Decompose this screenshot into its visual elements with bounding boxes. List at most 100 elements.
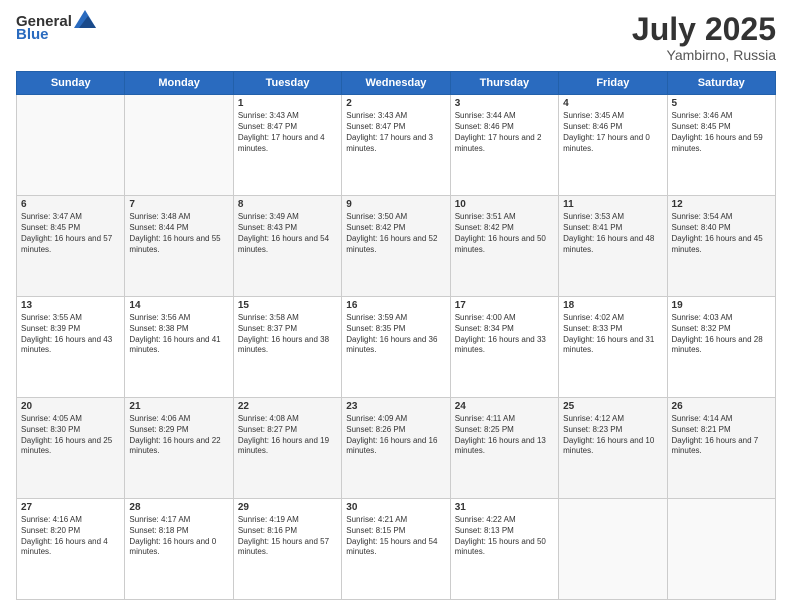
calendar-cell: 11 Sunrise: 3:53 AM Sunset: 8:41 PM Dayli… — [559, 196, 667, 297]
logo-blue: Blue — [16, 26, 49, 43]
day-number: 1 — [238, 98, 337, 109]
cell-info: Sunrise: 4:12 AM Sunset: 8:23 PM Dayligh… — [563, 414, 662, 457]
calendar-cell: 21 Sunrise: 4:06 AM Sunset: 8:29 PM Dayli… — [125, 398, 233, 499]
calendar-cell: 18 Sunrise: 4:02 AM Sunset: 8:33 PM Dayli… — [559, 297, 667, 398]
day-number: 3 — [455, 98, 554, 109]
cell-info: Sunrise: 3:55 AM Sunset: 8:39 PM Dayligh… — [21, 313, 120, 356]
page: General Blue July 2025 Yambirno, Russia … — [0, 0, 792, 612]
day-number: 16 — [346, 300, 445, 311]
calendar-cell: 19Sunrise: 4:03 AM Sunset: 8:32 PM Dayli… — [667, 297, 775, 398]
day-number: 17 — [455, 300, 554, 311]
cell-info: Sunrise: 3:51 AM Sunset: 8:42 PM Dayligh… — [455, 212, 554, 255]
logo: General Blue — [16, 12, 96, 43]
calendar-cell — [17, 95, 125, 196]
weekday-header-row: SundayMondayTuesdayWednesdayThursdayFrid… — [17, 72, 776, 95]
week-row-1: 1 Sunrise: 3:43 AM Sunset: 8:47 PM Daylig… — [17, 95, 776, 196]
calendar-cell: 12Sunrise: 3:54 AM Sunset: 8:40 PM Dayli… — [667, 196, 775, 297]
cell-info: Sunrise: 3:58 AM Sunset: 8:37 PM Dayligh… — [238, 313, 337, 356]
day-number: 20 — [21, 401, 120, 412]
day-number: 11 — [563, 199, 662, 210]
day-number: 6 — [21, 199, 120, 210]
calendar-cell: 16 Sunrise: 3:59 AM Sunset: 8:35 PM Dayli… — [342, 297, 450, 398]
day-number: 5 — [672, 98, 771, 109]
day-number: 28 — [129, 502, 228, 513]
day-number: 15 — [238, 300, 337, 311]
calendar-cell — [559, 499, 667, 600]
cell-info: Sunrise: 3:48 AM Sunset: 8:44 PM Dayligh… — [129, 212, 228, 255]
weekday-header-sunday: Sunday — [17, 72, 125, 95]
calendar-cell: 25 Sunrise: 4:12 AM Sunset: 8:23 PM Dayli… — [559, 398, 667, 499]
calendar-cell: 29Sunrise: 4:19 AM Sunset: 8:16 PM Dayli… — [233, 499, 341, 600]
cell-info: Sunrise: 3:43 AM Sunset: 8:47 PM Dayligh… — [346, 111, 445, 154]
day-number: 9 — [346, 199, 445, 210]
cell-info: Sunrise: 4:19 AM Sunset: 8:16 PM Dayligh… — [238, 515, 337, 558]
location: Yambirno, Russia — [632, 47, 776, 63]
day-number: 12 — [672, 199, 771, 210]
cell-info: Sunrise: 3:59 AM Sunset: 8:35 PM Dayligh… — [346, 313, 445, 356]
calendar-cell: 27 Sunrise: 4:16 AM Sunset: 8:20 PM Dayli… — [17, 499, 125, 600]
logo-icon — [74, 10, 96, 30]
cell-info: Sunrise: 4:03 AM Sunset: 8:32 PM Dayligh… — [672, 313, 771, 356]
cell-info: Sunrise: 4:09 AM Sunset: 8:26 PM Dayligh… — [346, 414, 445, 457]
day-number: 25 — [563, 401, 662, 412]
day-number: 13 — [21, 300, 120, 311]
calendar-cell: 8Sunrise: 3:49 AM Sunset: 8:43 PM Daylig… — [233, 196, 341, 297]
cell-info: Sunrise: 3:56 AM Sunset: 8:38 PM Dayligh… — [129, 313, 228, 356]
cell-info: Sunrise: 4:16 AM Sunset: 8:20 PM Dayligh… — [21, 515, 120, 558]
calendar-cell: 10 Sunrise: 3:51 AM Sunset: 8:42 PM Dayli… — [450, 196, 558, 297]
cell-info: Sunrise: 4:05 AM Sunset: 8:30 PM Dayligh… — [21, 414, 120, 457]
week-row-2: 6 Sunrise: 3:47 AM Sunset: 8:45 PM Daylig… — [17, 196, 776, 297]
day-number: 21 — [129, 401, 228, 412]
calendar-cell: 23 Sunrise: 4:09 AM Sunset: 8:26 PM Dayli… — [342, 398, 450, 499]
calendar-cell: 7 Sunrise: 3:48 AM Sunset: 8:44 PM Daylig… — [125, 196, 233, 297]
calendar-cell: 20 Sunrise: 4:05 AM Sunset: 8:30 PM Dayli… — [17, 398, 125, 499]
day-number: 24 — [455, 401, 554, 412]
calendar-cell — [125, 95, 233, 196]
calendar-cell: 30 Sunrise: 4:21 AM Sunset: 8:15 PM Dayli… — [342, 499, 450, 600]
cell-info: Sunrise: 3:53 AM Sunset: 8:41 PM Dayligh… — [563, 212, 662, 255]
cell-info: Sunrise: 4:11 AM Sunset: 8:25 PM Dayligh… — [455, 414, 554, 457]
week-row-5: 27 Sunrise: 4:16 AM Sunset: 8:20 PM Dayli… — [17, 499, 776, 600]
week-row-4: 20 Sunrise: 4:05 AM Sunset: 8:30 PM Dayli… — [17, 398, 776, 499]
day-number: 2 — [346, 98, 445, 109]
calendar-cell: 14Sunrise: 3:56 AM Sunset: 8:38 PM Dayli… — [125, 297, 233, 398]
cell-info: Sunrise: 4:22 AM Sunset: 8:13 PM Dayligh… — [455, 515, 554, 558]
calendar-cell: 31 Sunrise: 4:22 AM Sunset: 8:13 PM Dayli… — [450, 499, 558, 600]
cell-info: Sunrise: 3:46 AM Sunset: 8:45 PM Dayligh… — [672, 111, 771, 154]
day-number: 18 — [563, 300, 662, 311]
calendar-cell: 17 Sunrise: 4:00 AM Sunset: 8:34 PM Dayli… — [450, 297, 558, 398]
cell-info: Sunrise: 4:08 AM Sunset: 8:27 PM Dayligh… — [238, 414, 337, 457]
cell-info: Sunrise: 4:00 AM Sunset: 8:34 PM Dayligh… — [455, 313, 554, 356]
weekday-header-monday: Monday — [125, 72, 233, 95]
cell-info: Sunrise: 4:06 AM Sunset: 8:29 PM Dayligh… — [129, 414, 228, 457]
calendar-cell: 26Sunrise: 4:14 AM Sunset: 8:21 PM Dayli… — [667, 398, 775, 499]
cell-info: Sunrise: 4:17 AM Sunset: 8:18 PM Dayligh… — [129, 515, 228, 558]
cell-info: Sunrise: 4:21 AM Sunset: 8:15 PM Dayligh… — [346, 515, 445, 558]
month-year: July 2025 — [632, 12, 776, 47]
calendar-cell: 4 Sunrise: 3:45 AM Sunset: 8:46 PM Daylig… — [559, 95, 667, 196]
weekday-header-friday: Friday — [559, 72, 667, 95]
calendar-cell: 13 Sunrise: 3:55 AM Sunset: 8:39 PM Dayli… — [17, 297, 125, 398]
cell-info: Sunrise: 3:47 AM Sunset: 8:45 PM Dayligh… — [21, 212, 120, 255]
calendar-cell: 24 Sunrise: 4:11 AM Sunset: 8:25 PM Dayli… — [450, 398, 558, 499]
calendar-cell — [667, 499, 775, 600]
day-number: 30 — [346, 502, 445, 513]
cell-info: Sunrise: 4:02 AM Sunset: 8:33 PM Dayligh… — [563, 313, 662, 356]
calendar-cell: 22 Sunrise: 4:08 AM Sunset: 8:27 PM Dayli… — [233, 398, 341, 499]
day-number: 7 — [129, 199, 228, 210]
calendar-cell: 28 Sunrise: 4:17 AM Sunset: 8:18 PM Dayli… — [125, 499, 233, 600]
title-section: July 2025 Yambirno, Russia — [632, 12, 776, 63]
weekday-header-saturday: Saturday — [667, 72, 775, 95]
calendar-cell: 1 Sunrise: 3:43 AM Sunset: 8:47 PM Daylig… — [233, 95, 341, 196]
cell-info: Sunrise: 4:14 AM Sunset: 8:21 PM Dayligh… — [672, 414, 771, 457]
cell-info: Sunrise: 3:45 AM Sunset: 8:46 PM Dayligh… — [563, 111, 662, 154]
day-number: 22 — [238, 401, 337, 412]
day-number: 23 — [346, 401, 445, 412]
cell-info: Sunrise: 3:49 AM Sunset: 8:43 PM Dayligh… — [238, 212, 337, 255]
day-number: 10 — [455, 199, 554, 210]
day-number: 31 — [455, 502, 554, 513]
day-number: 4 — [563, 98, 662, 109]
calendar: SundayMondayTuesdayWednesdayThursdayFrid… — [16, 71, 776, 600]
cell-info: Sunrise: 3:43 AM Sunset: 8:47 PM Dayligh… — [238, 111, 337, 154]
day-number: 27 — [21, 502, 120, 513]
